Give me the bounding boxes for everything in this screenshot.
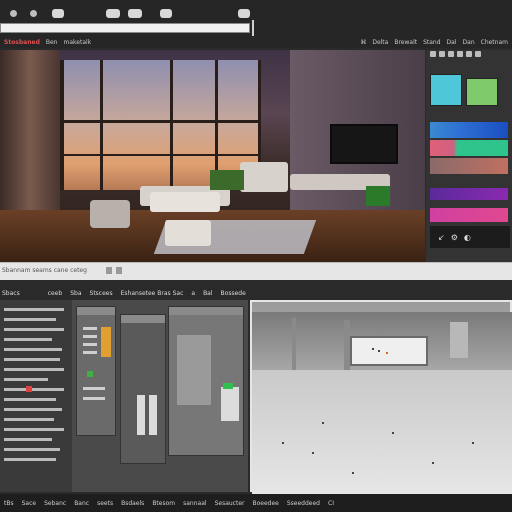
- address-bar[interactable]: [0, 23, 250, 33]
- preview-floor: [252, 370, 512, 494]
- armchair: [90, 200, 130, 228]
- footer-item-10[interactable]: Boeedee: [252, 500, 278, 507]
- arrow-icon[interactable]: ↙: [438, 233, 445, 242]
- menu-item-right-3[interactable]: Brewalt: [394, 39, 417, 46]
- outliner-list: [0, 300, 72, 492]
- label-6: a: [191, 289, 196, 297]
- footer-item-3[interactable]: Sebanc: [44, 500, 66, 507]
- label-2: ceeb: [47, 289, 63, 297]
- menu-bar: Stosbaned Ben maketalk ⌘ Delta Brewalt S…: [0, 36, 512, 48]
- status-bar: Sbannam seams cane ceteg: [0, 262, 512, 280]
- grid-icon[interactable]: [128, 9, 142, 18]
- color-strip-brown[interactable]: [430, 158, 508, 174]
- menu-item-right-6[interactable]: Dan: [463, 39, 475, 46]
- status-text: Sbannam seams cane ceteg: [2, 267, 87, 274]
- footer-item-8[interactable]: sannaal: [183, 500, 206, 507]
- preview-window: [350, 336, 428, 366]
- reload-icon[interactable]: [52, 9, 64, 18]
- label-7: Bal: [203, 289, 213, 297]
- sofa-right: [240, 162, 288, 192]
- plant-pot: [210, 170, 244, 190]
- footer-item-9[interactable]: Sesaucter: [215, 500, 245, 507]
- footer-bar: tBs Sace Sebanc Banc seets Bsdaels Bteso…: [0, 494, 512, 512]
- menu-item-right-1[interactable]: ⌘: [360, 39, 366, 46]
- color-strip-blue[interactable]: [430, 122, 508, 138]
- color-preview-green[interactable]: [466, 78, 498, 106]
- panel-actions: ↙ ⚙ ◐: [430, 226, 510, 248]
- app-brand: Stosbaned: [4, 38, 40, 46]
- render-viewport[interactable]: [0, 50, 425, 262]
- orange-swatch: [101, 327, 111, 357]
- label-8: Bossede: [220, 289, 246, 297]
- tool-icon-5[interactable]: [466, 51, 472, 57]
- tool-icon-6[interactable]: [475, 51, 481, 57]
- footer-item-2[interactable]: Sace: [22, 500, 36, 507]
- home-icon[interactable]: [106, 9, 120, 18]
- lock-icon[interactable]: ◐: [464, 233, 471, 242]
- menu-item-right-4[interactable]: Stand: [423, 39, 440, 46]
- preview-viewport[interactable]: [250, 300, 512, 494]
- coffee-table: [150, 192, 220, 212]
- footer-item-11[interactable]: Sseeddeed: [287, 500, 320, 507]
- color-strip-purple[interactable]: [430, 188, 508, 200]
- preview-cabinet: [450, 322, 468, 358]
- menu-item-1[interactable]: Ben: [46, 39, 58, 46]
- menu-item-right-2[interactable]: Delta: [372, 39, 388, 46]
- red-marker: [26, 386, 32, 392]
- tool-icon-3[interactable]: [448, 51, 454, 57]
- footer-item-12[interactable]: CI: [328, 500, 334, 507]
- menu-item-right-7[interactable]: Chetnam: [481, 39, 508, 46]
- label-5: Eshansetee Bras Sac: [120, 289, 184, 297]
- menu-item-2[interactable]: maketalk: [64, 39, 92, 46]
- green-swatch: [87, 371, 93, 377]
- title-bar: Stosbaned Ben maketalk ⌘ Delta Brewalt S…: [0, 0, 512, 48]
- label-4: Stscees: [89, 289, 113, 297]
- footer-item-6[interactable]: Bsdaels: [121, 500, 144, 507]
- color-strip-pink-green[interactable]: [430, 140, 508, 156]
- node-editor[interactable]: [0, 300, 248, 492]
- footer-item-5[interactable]: seets: [97, 500, 113, 507]
- tool-icon-1[interactable]: [430, 51, 436, 57]
- ottoman: [165, 220, 211, 246]
- menu-icon[interactable]: [238, 9, 250, 18]
- forward-icon[interactable]: [30, 10, 37, 17]
- status-toggle-1[interactable]: [106, 267, 112, 274]
- color-preview-cyan[interactable]: [430, 74, 462, 106]
- tv-screen: [330, 124, 398, 164]
- status-toggle-2[interactable]: [116, 267, 122, 274]
- label-1: Sbacs: [2, 289, 20, 297]
- tool-icon-2[interactable]: [439, 51, 445, 57]
- footer-item-7[interactable]: Btesom: [152, 500, 175, 507]
- label-3: Sba: [70, 289, 82, 297]
- green-indicator: [223, 383, 233, 389]
- plant-box: [366, 186, 390, 206]
- bookmark-icon[interactable]: [160, 9, 172, 18]
- node-panel-3[interactable]: [168, 306, 244, 456]
- footer-item-1[interactable]: tBs: [4, 500, 14, 507]
- node-panel-2[interactable]: [120, 314, 166, 464]
- tool-icon-4[interactable]: [457, 51, 463, 57]
- settings-icon[interactable]: ⚙: [451, 233, 458, 242]
- node-panel-1[interactable]: [76, 306, 116, 436]
- panel-labels: Sbacs ceeb Sba Stscees Eshansetee Bras S…: [0, 288, 512, 298]
- menu-item-right-5[interactable]: Dal: [447, 39, 457, 46]
- panel-toolbar: [428, 50, 510, 58]
- color-strip-magenta[interactable]: [430, 208, 508, 222]
- footer-item-4[interactable]: Banc: [74, 500, 89, 507]
- toolbar-divider: [252, 20, 254, 36]
- back-icon[interactable]: [10, 10, 17, 17]
